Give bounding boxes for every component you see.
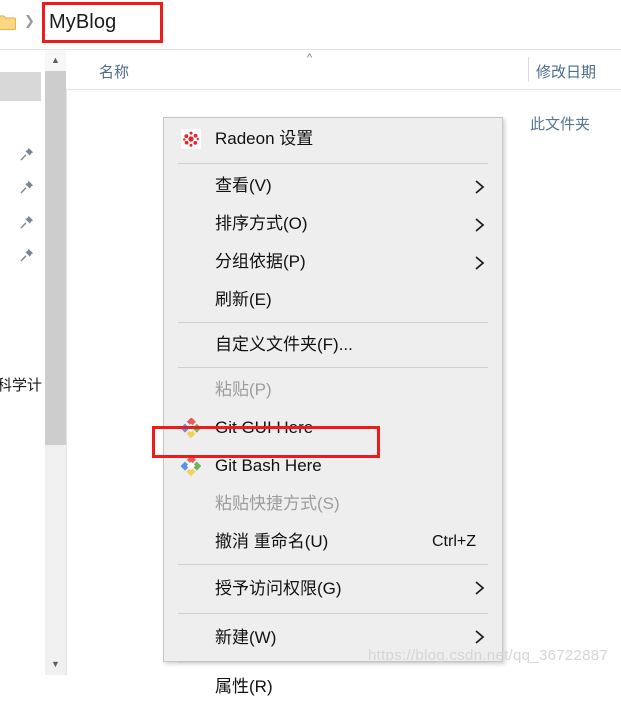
pin-icon[interactable] — [20, 248, 34, 262]
chevron-right-icon — [474, 568, 490, 610]
menu-item-radeon-settings[interactable]: Radeon 设置 — [164, 118, 502, 160]
menu-item-grant-access[interactable]: 授予访问权限(G) — [164, 568, 502, 610]
chevron-right-icon[interactable]: ❯ — [24, 13, 35, 29]
menu-separator — [178, 564, 488, 565]
menu-item-refresh[interactable]: 刷新(E) — [164, 281, 502, 319]
menu-item-customize-folder[interactable]: 自定义文件夹(F)... — [164, 326, 502, 364]
menu-item-label: 分组依据(P) — [215, 252, 306, 271]
breadcrumb-current-folder[interactable]: MyBlog — [49, 11, 116, 34]
menu-item-view[interactable]: 查看(V) — [164, 167, 502, 205]
menu-item-properties[interactable]: 属性(R) — [164, 666, 502, 708]
menu-item-label: 排序方式(O) — [215, 214, 308, 233]
pin-icon[interactable] — [20, 215, 34, 229]
menu-separator — [178, 163, 488, 164]
nav-selected-item[interactable] — [0, 72, 41, 101]
menu-item-undo-rename[interactable]: 撤消 重命名(U) Ctrl+Z — [164, 523, 502, 561]
column-header-row: 名称 ^ 修改日期 — [66, 50, 621, 90]
menu-item-label: 粘贴快捷方式(S) — [215, 494, 340, 513]
explorer-window: ❯ MyBlog 科学计 ▲ ▼ 名称 ^ 修改日期 此文件夹 Radeon 设… — [0, 0, 621, 696]
column-header-name[interactable]: 名称 — [99, 61, 129, 82]
menu-item-new[interactable]: 新建(W) — [164, 617, 502, 659]
menu-item-label: 自定义文件夹(F)... — [215, 335, 353, 354]
menu-item-label: 刷新(E) — [215, 290, 272, 309]
menu-item-paste: 粘贴(P) — [164, 371, 502, 409]
menu-item-label: 查看(V) — [215, 176, 272, 195]
column-divider[interactable] — [528, 57, 529, 82]
chevron-right-icon — [474, 243, 490, 281]
pin-icon[interactable] — [20, 180, 34, 194]
menu-item-label: 粘贴(P) — [215, 380, 272, 399]
breadcrumb: ❯ MyBlog — [0, 0, 621, 50]
folder-icon — [0, 15, 17, 31]
empty-folder-message: 此文件夹 — [530, 116, 591, 133]
pin-icon[interactable] — [20, 147, 34, 161]
menu-item-label: 新建(W) — [215, 628, 277, 647]
scrollbar-thumb[interactable] — [45, 71, 66, 445]
menu-item-label: 撤消 重命名(U) — [215, 532, 329, 551]
menu-item-label: Git GUI Here — [215, 418, 314, 437]
menu-separator — [178, 662, 488, 663]
menu-item-sort-by[interactable]: 排序方式(O) — [164, 205, 502, 243]
navigation-pane[interactable]: 科学计 — [0, 50, 46, 675]
nav-item-label[interactable]: 科学计 — [0, 374, 42, 395]
chevron-right-icon — [474, 167, 490, 205]
git-icon — [181, 418, 201, 438]
menu-item-label: Git Bash Here — [215, 456, 322, 475]
chevron-down-icon[interactable]: ▼ — [45, 654, 66, 675]
menu-separator — [178, 322, 488, 323]
menu-separator — [178, 613, 488, 614]
chevron-right-icon — [474, 205, 490, 243]
menu-item-group-by[interactable]: 分组依据(P) — [164, 243, 502, 281]
menu-item-git-bash-here[interactable]: Git Bash Here — [164, 447, 502, 485]
menu-item-label: 属性(R) — [215, 677, 273, 696]
menu-item-label: 授予访问权限(G) — [215, 579, 342, 598]
column-header-date-modified[interactable]: 修改日期 — [536, 61, 596, 82]
menu-separator — [178, 367, 488, 368]
chevron-up-icon[interactable]: ▲ — [45, 50, 66, 71]
nav-scrollbar[interactable]: ▲ ▼ — [45, 50, 67, 675]
caret-up-icon: ^ — [307, 52, 313, 64]
chevron-right-icon — [474, 617, 490, 659]
git-icon — [181, 456, 201, 476]
menu-item-label: Radeon 设置 — [215, 129, 314, 148]
menu-item-accelerator: Ctrl+Z — [432, 533, 476, 550]
menu-item-git-gui-here[interactable]: Git GUI Here — [164, 409, 502, 447]
menu-item-paste-shortcut: 粘贴快捷方式(S) — [164, 485, 502, 523]
context-menu[interactable]: Radeon 设置 查看(V) 排序方式(O) 分组依据(P) 刷新(E) 自定… — [163, 117, 503, 696]
radeon-icon — [181, 129, 201, 149]
